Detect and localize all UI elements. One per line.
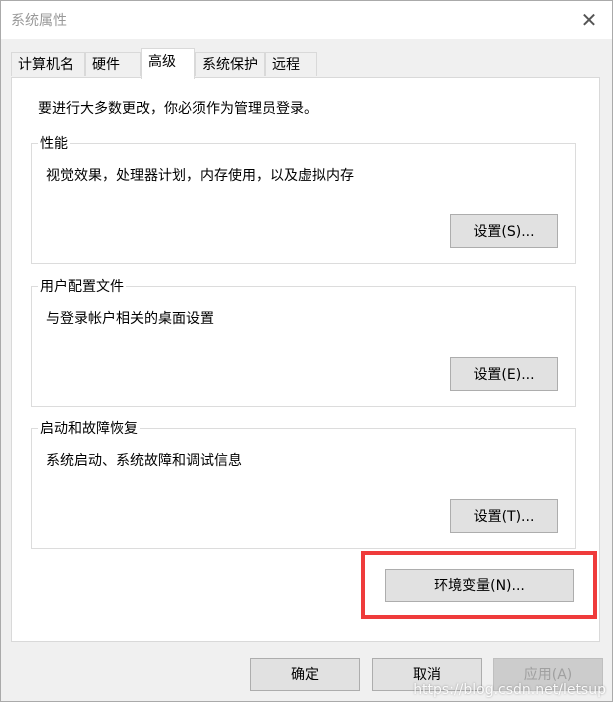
- performance-description: 视觉效果，处理器计划，内存使用，以及虚拟内存: [46, 168, 354, 184]
- close-icon: ✕: [580, 8, 598, 32]
- cancel-button[interactable]: 取消: [372, 658, 482, 691]
- performance-settings-button[interactable]: 设置(S)...: [450, 214, 558, 248]
- tab-remote[interactable]: 远程: [265, 52, 317, 76]
- ok-button[interactable]: 确定: [250, 658, 360, 691]
- tab-system-protection[interactable]: 系统保护: [195, 52, 265, 76]
- system-properties-window: 系统属性 ✕ 计算机名 硬件 高级 系统保护 远程 要进行大多数更改，你必须作为…: [0, 0, 613, 702]
- startup-recovery-group-title: 启动和故障恢复: [38, 418, 140, 438]
- user-profiles-settings-button[interactable]: 设置(E)...: [450, 357, 558, 391]
- performance-group-title: 性能: [38, 133, 70, 153]
- user-profiles-description: 与登录帐户相关的桌面设置: [46, 311, 214, 327]
- close-button[interactable]: ✕: [566, 1, 612, 39]
- tab-computer-name[interactable]: 计算机名: [11, 52, 85, 76]
- startup-recovery-settings-button[interactable]: 设置(T)...: [450, 499, 558, 533]
- window-title: 系统属性: [11, 13, 67, 29]
- user-profiles-group: 用户配置文件 与登录帐户相关的桌面设置 设置(E)...: [31, 276, 576, 407]
- tab-advanced[interactable]: 高级: [141, 48, 195, 79]
- admin-note: 要进行大多数更改，你必须作为管理员登录。: [38, 101, 318, 117]
- user-profiles-group-title: 用户配置文件: [38, 276, 126, 296]
- performance-group: 性能 视觉效果，处理器计划，内存使用，以及虚拟内存 设置(S)...: [31, 133, 576, 264]
- startup-recovery-group: 启动和故障恢复 系统启动、系统故障和调试信息 设置(T)...: [31, 418, 576, 549]
- title-bar: 系统属性 ✕: [1, 1, 612, 39]
- environment-variables-button[interactable]: 环境变量(N)...: [385, 569, 574, 602]
- startup-recovery-description: 系统启动、系统故障和调试信息: [46, 453, 242, 469]
- apply-button[interactable]: 应用(A): [493, 658, 603, 691]
- tab-hardware[interactable]: 硬件: [85, 52, 141, 76]
